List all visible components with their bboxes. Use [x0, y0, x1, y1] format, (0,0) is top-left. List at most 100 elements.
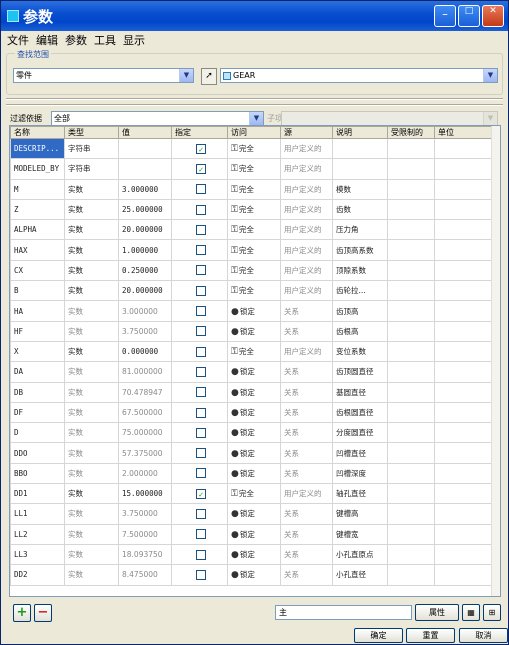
param-value[interactable]: 57.375000 — [118, 442, 172, 464]
param-description[interactable]: 基圆直径 — [332, 381, 388, 403]
param-restricted[interactable] — [387, 523, 435, 545]
pick-cursor-button[interactable]: ➚ — [201, 68, 217, 85]
param-access[interactable]: ●锁定 — [227, 564, 281, 586]
param-unit[interactable] — [434, 178, 493, 200]
table-row[interactable]: X 实数 0.000000 ⚿完全 用户定义的 变位系数 — [10, 340, 493, 363]
delete-parameter-button[interactable]: − — [34, 604, 52, 622]
designated-checkbox[interactable] — [196, 427, 206, 438]
param-access[interactable]: ⚿完全 — [227, 239, 281, 261]
table-row[interactable]: ALPHA 实数 20.000000 ⚿完全 用户定义的 压力角 — [10, 219, 493, 241]
designated-checkbox[interactable]: ✓ — [196, 163, 206, 174]
param-unit[interactable] — [434, 137, 493, 160]
param-unit[interactable] — [434, 158, 493, 180]
param-description[interactable]: 键槽高 — [332, 503, 388, 525]
designated-checkbox[interactable] — [196, 468, 206, 479]
designated-checkbox[interactable] — [196, 366, 206, 377]
param-name[interactable]: HAX — [10, 239, 65, 261]
param-restricted[interactable] — [387, 320, 435, 342]
param-description[interactable]: 变位系数 — [332, 340, 388, 363]
param-description[interactable]: 模数 — [332, 178, 388, 200]
param-name[interactable]: Z — [10, 198, 65, 221]
param-description[interactable]: 齿数 — [332, 198, 388, 221]
param-access[interactable]: ●锁定 — [227, 401, 281, 424]
param-name[interactable]: MODELED_BY — [10, 158, 65, 180]
menu-parameters[interactable]: 参数 — [65, 32, 87, 48]
table-row[interactable]: LL2 实数 7.500000 ●锁定 关系 键槽宽 — [10, 523, 493, 545]
designated-checkbox[interactable] — [196, 569, 206, 580]
param-restricted[interactable] — [387, 219, 435, 241]
param-restricted[interactable] — [387, 300, 435, 322]
table-row[interactable]: CX 实数 0.250000 ⚿完全 用户定义的 顶隙系数 — [10, 259, 493, 282]
table-row[interactable]: DD2 实数 8.475000 ●锁定 关系 小孔直径 — [10, 564, 493, 586]
table-row[interactable]: D 实数 75.000000 ●锁定 关系 分度圆直径 — [10, 422, 493, 444]
designated-checkbox[interactable] — [196, 204, 206, 215]
param-value[interactable]: 0.250000 — [118, 259, 172, 282]
param-access[interactable]: ⚿完全 — [227, 137, 281, 160]
menu-tools[interactable]: 工具 — [94, 32, 116, 48]
designated-checkbox[interactable]: ✓ — [196, 143, 206, 154]
param-value[interactable]: 3.750000 — [118, 503, 172, 525]
param-value[interactable]: 18.093750 — [118, 543, 172, 566]
param-value[interactable]: 2.000000 — [118, 462, 172, 485]
param-unit[interactable] — [434, 300, 493, 322]
param-name[interactable]: LL3 — [10, 543, 65, 566]
param-access[interactable]: ●锁定 — [227, 462, 281, 485]
param-name[interactable]: DD1 — [10, 483, 65, 505]
param-name[interactable]: LL1 — [10, 503, 65, 525]
param-restricted[interactable] — [387, 280, 435, 302]
param-description[interactable]: 小孔直原点 — [332, 543, 388, 566]
param-name[interactable]: DF — [10, 401, 65, 424]
param-name[interactable]: DD2 — [10, 564, 65, 586]
table-row[interactable]: BBO 实数 2.000000 ●锁定 关系 凹槽深度 — [10, 462, 493, 485]
find-button[interactable]: ⊞ — [483, 604, 501, 621]
param-name[interactable]: HA — [10, 300, 65, 322]
menu-display[interactable]: 显示 — [123, 32, 145, 48]
designated-checkbox[interactable] — [196, 285, 206, 296]
param-description[interactable]: 压力角 — [332, 219, 388, 241]
param-value[interactable]: 8.475000 — [118, 564, 172, 586]
param-restricted[interactable] — [387, 503, 435, 525]
title-bar[interactable]: 参数 _ □ ✕ — [1, 1, 508, 31]
param-name[interactable]: DESCRIP... — [10, 137, 65, 160]
table-row[interactable]: LL3 实数 18.093750 ●锁定 关系 小孔直原点 — [10, 543, 493, 566]
param-restricted[interactable] — [387, 422, 435, 444]
param-unit[interactable] — [434, 462, 493, 485]
col-access[interactable]: 访问 — [227, 126, 281, 139]
col-source[interactable]: 源 — [280, 126, 333, 139]
param-unit[interactable] — [434, 543, 493, 566]
param-access[interactable]: ●锁定 — [227, 361, 281, 383]
param-name[interactable]: D — [10, 422, 65, 444]
table-row[interactable]: DF 实数 67.500000 ●锁定 关系 齿根圆直径 — [10, 401, 493, 424]
menu-file[interactable]: 文件 — [7, 32, 29, 48]
param-access[interactable]: ●锁定 — [227, 503, 281, 525]
designated-checkbox[interactable] — [196, 306, 206, 317]
param-description[interactable] — [332, 137, 388, 160]
param-access[interactable]: ⚿完全 — [227, 483, 281, 505]
param-access[interactable]: ●锁定 — [227, 543, 281, 566]
param-access[interactable]: ⚿完全 — [227, 178, 281, 200]
col-unit[interactable]: 单位 — [434, 126, 493, 139]
param-unit[interactable] — [434, 483, 493, 505]
param-name[interactable]: LL2 — [10, 523, 65, 545]
table-row[interactable]: DESCRIP... 字符串 ✓ ⚿完全 用户定义的 — [10, 137, 493, 160]
param-value[interactable]: 81.000000 — [118, 361, 172, 383]
param-unit[interactable] — [434, 259, 493, 282]
param-restricted[interactable] — [387, 361, 435, 383]
param-value[interactable]: 25.000000 — [118, 198, 172, 221]
param-value[interactable]: 67.500000 — [118, 401, 172, 424]
param-description[interactable]: 齿轮拉... — [332, 280, 388, 302]
table-row[interactable]: HA 实数 3.000000 ●锁定 关系 齿顶高 — [10, 300, 493, 322]
param-value[interactable]: 3.750000 — [118, 320, 172, 342]
table-row[interactable]: DD1 实数 15.000000 ✓ ⚿完全 用户定义的 轴孔直径 — [10, 483, 493, 505]
param-value[interactable]: 20.000000 — [118, 219, 172, 241]
designated-checkbox[interactable] — [196, 346, 206, 357]
param-name[interactable]: DB — [10, 381, 65, 403]
param-restricted[interactable] — [387, 178, 435, 200]
param-description[interactable]: 齿顶高 — [332, 300, 388, 322]
param-description[interactable]: 键槽宽 — [332, 523, 388, 545]
param-access[interactable]: ●锁定 — [227, 422, 281, 444]
param-value[interactable]: 0.000000 — [118, 340, 172, 363]
table-row[interactable]: DDO 实数 57.375000 ●锁定 关系 凹槽直径 — [10, 442, 493, 464]
designated-checkbox[interactable] — [196, 549, 206, 560]
designated-checkbox[interactable] — [196, 265, 206, 276]
